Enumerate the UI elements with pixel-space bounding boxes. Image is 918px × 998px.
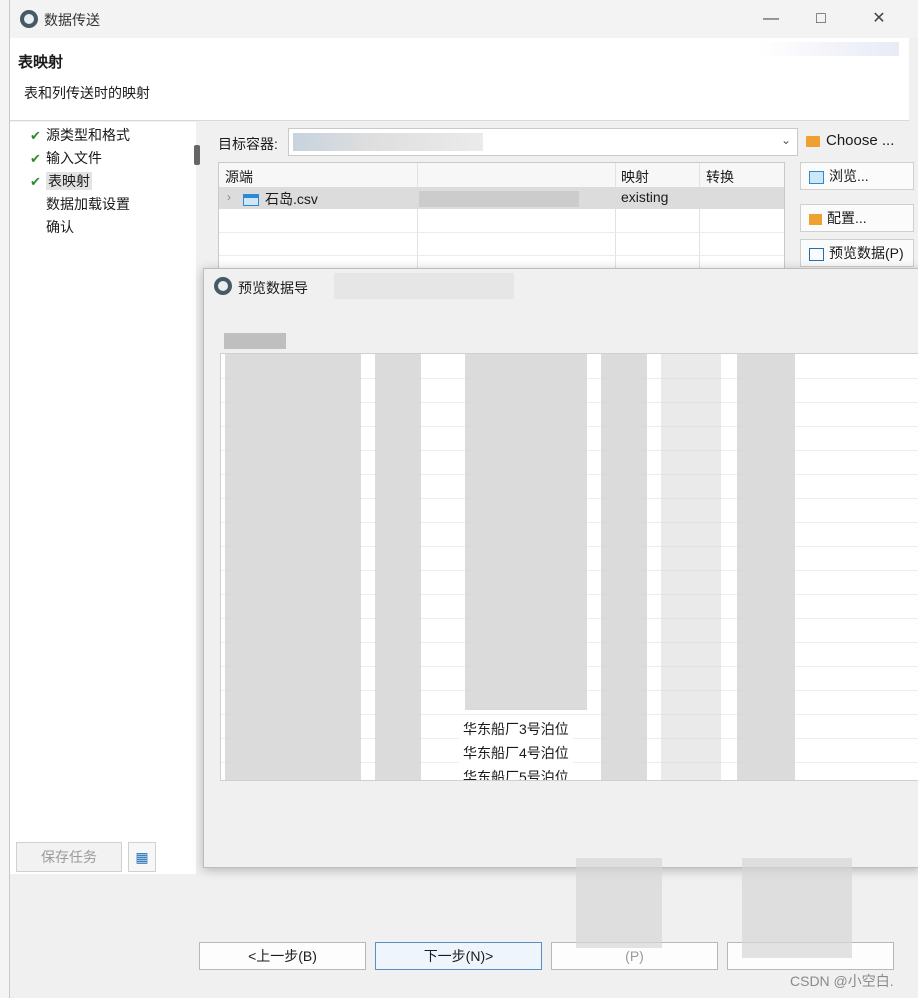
mapping-value: existing [621,189,669,205]
table-row[interactable]: › 石岛.csv existing [219,187,784,209]
table-cell: 华东船厂5号泊位 [459,767,573,780]
blurred-column [225,354,361,780]
choose-button[interactable]: Choose ... [806,132,894,149]
watermark: CSDN @小空白. [790,973,894,989]
blurred-value [293,133,483,151]
blurred-column [737,354,795,780]
save-task-button[interactable]: 保存任务 [16,842,122,872]
column-header-transform[interactable]: 转换 [706,167,734,187]
steps-scrollbar[interactable] [194,145,200,165]
blurred-column [375,354,421,780]
title-bar: 数据传送 — □ ✕ [10,0,918,38]
step-item[interactable]: ✔ 源类型和格式 [30,124,130,146]
page-title: 表映射 [18,54,64,71]
table-cell: 华东船厂4号泊位 [459,743,573,763]
blurred-column [601,354,647,780]
check-icon: ✔ [30,151,41,166]
column-header-mapping[interactable]: 映射 [621,167,649,187]
check-icon: ✔ [30,174,41,189]
maximize-icon[interactable]: □ [810,8,832,30]
blurred-region [742,858,852,958]
preview-data-button[interactable]: 预览数据(P) [800,239,914,267]
back-button[interactable]: <上一步(B) [199,942,366,970]
blurred-column [465,354,587,710]
table-icon [809,170,824,184]
app-logo-icon [20,10,38,28]
network-icon: ▦ [135,849,149,865]
table-row [219,210,784,233]
folder-icon [806,135,820,147]
minimize-icon[interactable]: — [760,8,782,30]
blurred-target [419,191,579,207]
preview-data-dialog: 预览数据导 华东船厂3号泊位 华东船厂4号泊位 华东船厂5号泊位 [203,268,918,868]
chevron-right-icon[interactable]: › [227,190,231,204]
preview-data-table: 华东船厂3号泊位 华东船厂4号泊位 华东船厂5号泊位 [220,353,918,781]
blurred-title-area [334,273,514,299]
steps-pane: ✔ 源类型和格式 ✔ 输入文件 ✔ 表映射 数据加载设置 确认 [10,122,196,874]
app-logo-icon [214,277,232,295]
preview-dialog-title: 预览数据导 [238,280,308,296]
step-item[interactable]: 确认 [30,216,74,238]
page-description: 表和列传送时的映射 [24,85,150,101]
mapping-table: 源端 映射 转换 › 石岛.csv existing [218,162,785,274]
source-file-name: 石岛.csv [265,191,318,207]
step-item-active[interactable]: ✔ 表映射 [30,170,92,192]
config-icon [809,213,822,225]
header-decoration [759,42,899,56]
close-icon[interactable]: ✕ [868,8,890,30]
step-item[interactable]: ✔ 输入文件 [30,147,102,169]
blurred-caption [224,333,286,349]
blurred-region [576,858,662,948]
column-header-source[interactable]: 源端 [225,167,253,187]
wizard-header: 表映射 表和列传送时的映射 [10,38,909,121]
target-container-select[interactable]: ⌄ [288,128,798,156]
table-row [219,233,784,256]
browse-button[interactable]: 浏览... [800,162,914,190]
blurred-column [661,354,721,780]
config-button[interactable]: 配置... [800,204,914,232]
task-icon-button[interactable]: ▦ [128,842,156,872]
next-button[interactable]: 下一步(N)> [375,942,542,970]
step-item[interactable]: 数据加载设置 [30,193,130,215]
table-cell: 华东船厂3号泊位 [459,719,573,739]
check-icon: ✔ [30,128,41,143]
table-icon [243,194,259,207]
target-container-label: 目标容器: [218,136,278,152]
window-title: 数据传送 [44,12,100,28]
chevron-down-icon[interactable]: ⌄ [781,133,791,147]
preview-icon [809,247,824,261]
